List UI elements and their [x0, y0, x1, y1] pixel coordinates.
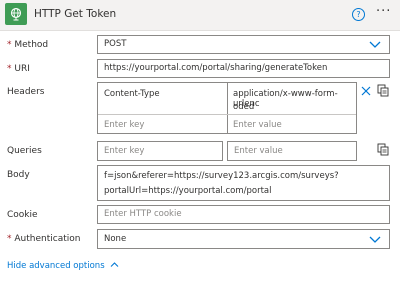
- body-line2: portalUrl=https://yourportal.com/portal: [104, 186, 272, 196]
- query-value-placeholder: Enter value: [234, 146, 283, 156]
- switch-to-text-mode-icon[interactable]: [377, 84, 389, 97]
- method-label-text: Method: [14, 40, 49, 50]
- cookie-label: Cookie: [7, 210, 38, 220]
- body-input[interactable]: f=json&referer=https://survey123.arcgis.…: [97, 165, 390, 201]
- advanced-toggle-label: Hide advanced options: [7, 261, 105, 271]
- queries-label: Queries: [7, 146, 42, 156]
- globe-icon: [5, 3, 27, 25]
- header-key-input[interactable]: Enter key: [104, 120, 144, 130]
- query-value-input[interactable]: Enter value: [227, 141, 357, 161]
- required-mark: *: [7, 234, 12, 244]
- switch-to-text-mode-icon[interactable]: [377, 143, 389, 156]
- body-line1: f=json&referer=https://survey123.arcgis.…: [104, 171, 339, 181]
- help-icon[interactable]: ?: [352, 8, 365, 21]
- authentication-label-text: Authentication: [14, 234, 81, 244]
- method-dropdown[interactable]: POST: [97, 35, 390, 54]
- authentication-label: * Authentication: [7, 234, 80, 244]
- action-title[interactable]: HTTP Get Token: [34, 8, 116, 20]
- more-options-icon[interactable]: ···: [376, 5, 391, 18]
- body-label: Body: [7, 170, 30, 180]
- headers-label: Headers: [7, 87, 45, 97]
- chevron-down-icon: [369, 236, 381, 243]
- required-mark: *: [7, 40, 12, 50]
- chevron-down-icon: [369, 41, 381, 48]
- header-key-cell[interactable]: Content-Type: [104, 89, 160, 99]
- delete-header-icon[interactable]: [361, 86, 371, 96]
- authentication-dropdown[interactable]: None: [97, 229, 390, 249]
- authentication-value: None: [104, 234, 127, 244]
- header-value-line2[interactable]: oded: [233, 102, 254, 112]
- method-label: * Method: [7, 40, 48, 50]
- method-value: POST: [104, 39, 127, 49]
- uri-label-text: URI: [14, 64, 30, 74]
- chevron-up-icon: [110, 262, 119, 267]
- required-mark: *: [7, 64, 12, 74]
- headers-table: Content-Type application/x-www-form-urle…: [97, 82, 357, 134]
- query-key-placeholder: Enter key: [104, 146, 145, 156]
- uri-input[interactable]: https://yourportal.com/portal/sharing/ge…: [97, 59, 390, 78]
- hide-advanced-options-link[interactable]: Hide advanced options: [7, 261, 119, 271]
- cookie-input[interactable]: Enter HTTP cookie: [97, 205, 390, 224]
- uri-label: * URI: [7, 64, 30, 74]
- header-value-input[interactable]: Enter value: [233, 120, 282, 130]
- cookie-placeholder: Enter HTTP cookie: [104, 209, 182, 219]
- query-key-input[interactable]: Enter key: [97, 141, 223, 161]
- action-header[interactable]: HTTP Get Token ? ···: [0, 0, 400, 31]
- uri-value: https://yourportal.com/portal/sharing/ge…: [104, 63, 328, 73]
